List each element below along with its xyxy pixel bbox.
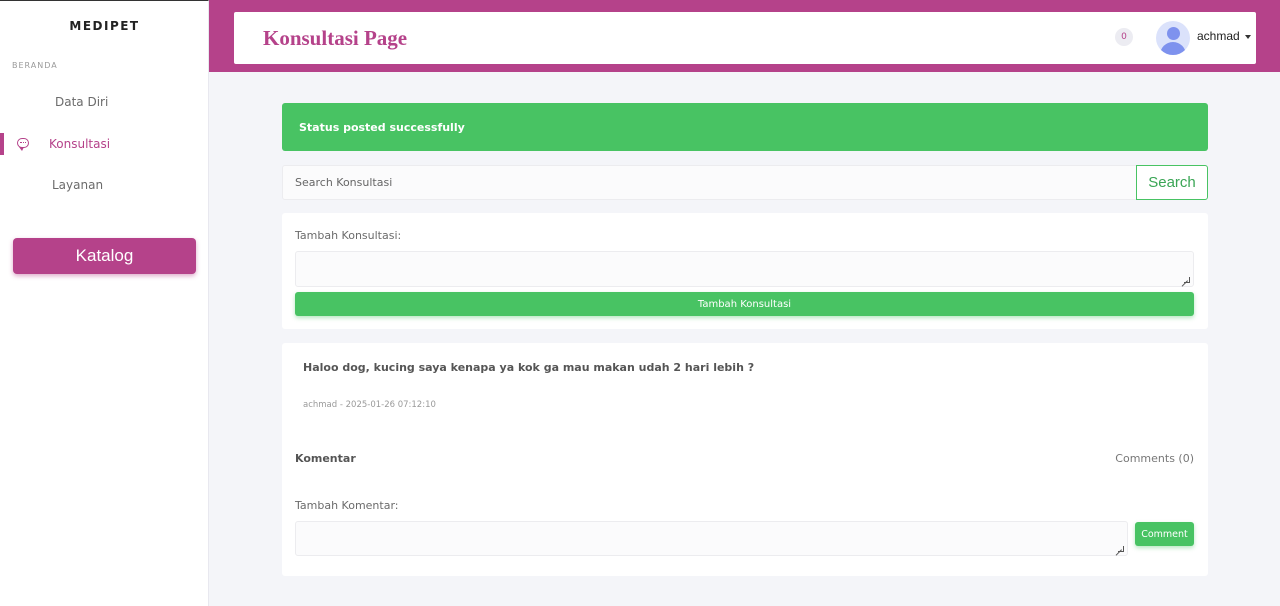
sidebar-item-data-diri[interactable]: Data Diri xyxy=(0,90,209,114)
add-konsultasi-label: Tambah Konsultasi: xyxy=(295,229,402,242)
header-card: Konsultasi Page 0 achmad xyxy=(234,12,1256,64)
comment-button[interactable]: Comment xyxy=(1135,522,1194,546)
sidebar-item-label: Layanan xyxy=(52,178,104,192)
search-input[interactable] xyxy=(282,165,1137,200)
katalog-button[interactable]: Katalog xyxy=(13,238,196,274)
tambah-komentar-label: Tambah Komentar: xyxy=(295,499,399,512)
resize-handle[interactable] xyxy=(1184,277,1190,283)
search-button[interactable]: Search xyxy=(1136,165,1208,200)
success-alert: Status posted successfully xyxy=(282,103,1208,151)
avatar[interactable] xyxy=(1156,21,1190,55)
sidebar-section-label: BERANDA xyxy=(12,61,58,70)
caret-down-icon[interactable] xyxy=(1245,35,1251,39)
user-icon xyxy=(1167,27,1180,40)
post-text: Haloo dog, kucing saya kenapa ya kok ga … xyxy=(303,361,755,374)
resize-handle[interactable] xyxy=(1118,546,1124,552)
username-dropdown[interactable]: achmad xyxy=(1197,29,1240,43)
sidebar: MEDIPET BERANDA Data Diri Konsultasi Lay… xyxy=(0,0,209,606)
page-title: Konsultasi Page xyxy=(263,26,408,50)
sidebar-item-label: Data Diri xyxy=(55,95,109,109)
notification-badge[interactable]: 0 xyxy=(1115,28,1133,46)
komentar-heading: Komentar xyxy=(295,452,356,465)
add-konsultasi-card: Tambah Konsultasi: Tambah Konsultasi xyxy=(282,213,1208,329)
post-meta: achmad - 2025-01-26 07:12:10 xyxy=(303,400,436,410)
alert-message: Status posted successfully xyxy=(299,120,465,134)
komentar-textarea[interactable] xyxy=(295,521,1128,556)
sidebar-item-label: Konsultasi xyxy=(49,137,111,151)
sidebar-item-konsultasi[interactable]: Konsultasi xyxy=(0,132,209,156)
konsultasi-post-card: Haloo dog, kucing saya kenapa ya kok ga … xyxy=(282,343,1208,576)
sidebar-item-layanan[interactable]: Layanan xyxy=(0,173,209,197)
tambah-konsultasi-button[interactable]: Tambah Konsultasi xyxy=(295,292,1194,316)
brand-logo[interactable]: MEDIPET xyxy=(0,19,209,33)
comments-count[interactable]: Comments (0) xyxy=(1115,452,1194,465)
konsultasi-textarea[interactable] xyxy=(295,251,1194,287)
chat-bubble-icon xyxy=(17,138,29,151)
